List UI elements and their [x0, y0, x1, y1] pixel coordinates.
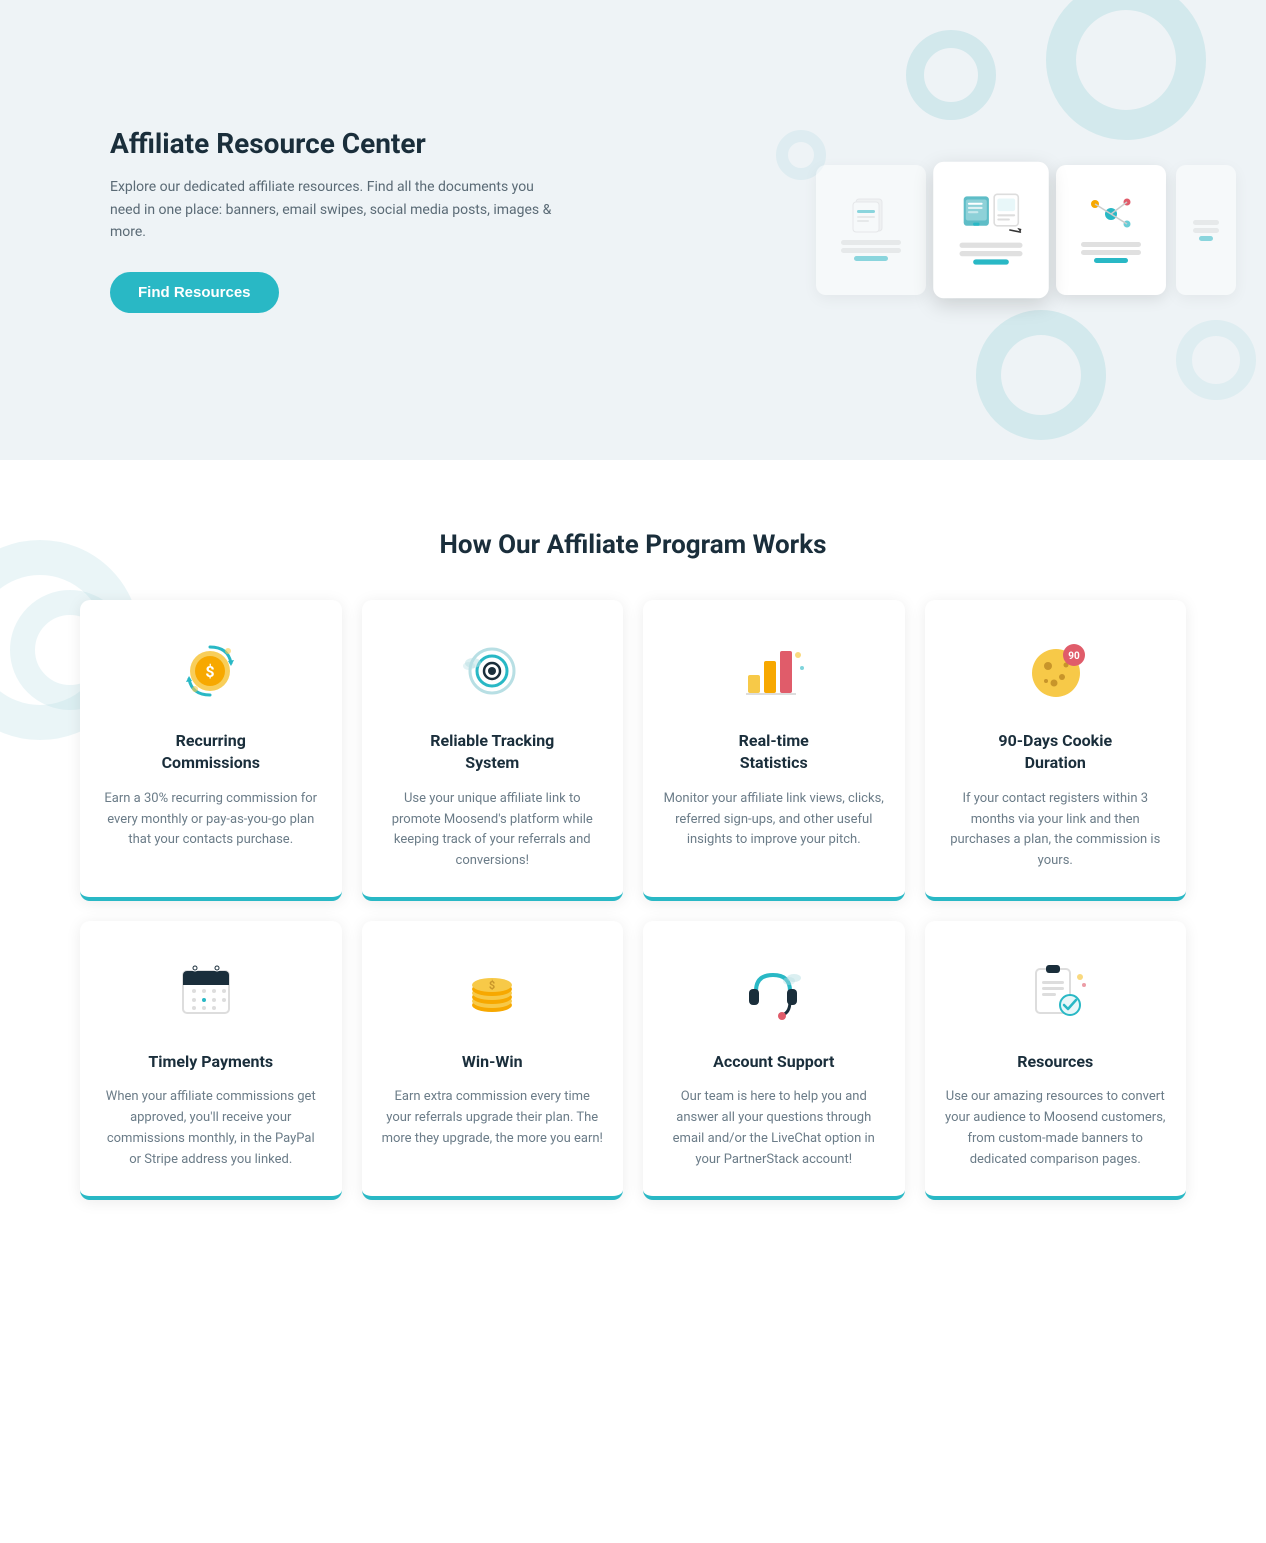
network-icon: [1089, 194, 1134, 234]
recurring-icon: $: [171, 630, 251, 710]
cookie-title: 90-Days CookieDuration: [998, 730, 1112, 775]
deco-circle-1: [1046, 0, 1206, 140]
hero-cards-display: [816, 165, 1236, 295]
hero-card-left-partial: [816, 165, 926, 295]
resources-desc: Use our amazing resources to convert you…: [945, 1087, 1167, 1170]
hero-card-right: [1056, 165, 1166, 295]
features-row-2: Timely Payments When your affiliate comm…: [80, 921, 1186, 1200]
svg-text:$: $: [489, 979, 495, 992]
statistics-icon: [734, 630, 814, 710]
hero-card-center-active: [933, 162, 1049, 299]
resources-icon: [1015, 951, 1095, 1031]
statistics-title: Real-timeStatistics: [739, 730, 809, 775]
winwin-desc: Earn extra commission every time your re…: [382, 1087, 604, 1149]
recurring-desc: Earn a 30% recurring commission for ever…: [100, 789, 322, 851]
hero-card-right-partial: [1176, 165, 1236, 295]
payments-desc: When your affiliate commissions get appr…: [100, 1087, 322, 1170]
find-resources-button[interactable]: Find Resources: [110, 272, 279, 313]
section-title: How Our Affiliate Program Works: [80, 530, 1186, 560]
how-it-works-section: How Our Affiliate Program Works $: [0, 460, 1266, 1290]
feature-card-statistics: Real-timeStatistics Monitor your affilia…: [643, 600, 905, 901]
document-icon: [851, 197, 891, 232]
recurring-title: RecurringCommissions: [162, 730, 260, 775]
tracking-title: Reliable TrackingSystem: [430, 730, 554, 775]
svg-text:$: $: [206, 662, 215, 681]
hero-content: Affiliate Resource Center Explore our de…: [110, 127, 560, 312]
hero-section: Affiliate Resource Center Explore our de…: [0, 0, 1266, 460]
feature-card-payments: Timely Payments When your affiliate comm…: [80, 921, 342, 1200]
dual-screen-icon: [962, 192, 1020, 234]
deco-circle-2: [906, 30, 996, 120]
winwin-icon: $: [452, 951, 532, 1031]
features-row-1: $ RecurringCommissions Earn a 30% recurr…: [80, 600, 1186, 901]
feature-card-cookie: 90 90-Days CookieDuration If your contac…: [925, 600, 1187, 901]
payments-icon: [171, 951, 251, 1031]
feature-card-recurring: $ RecurringCommissions Earn a 30% recurr…: [80, 600, 342, 901]
feature-card-support: Account Support Our team is here to help…: [643, 921, 905, 1200]
hero-description: Explore our dedicated affiliate resource…: [110, 176, 560, 243]
cookie-icon: 90: [1015, 630, 1095, 710]
feature-card-tracking: Reliable TrackingSystem Use your unique …: [362, 600, 624, 901]
feature-card-resources: Resources Use our amazing resources to c…: [925, 921, 1187, 1200]
support-desc: Our team is here to help you and answer …: [663, 1087, 885, 1170]
tracking-icon: [452, 630, 532, 710]
cookie-desc: If your contact registers within 3 month…: [945, 789, 1167, 872]
payments-title: Timely Payments: [148, 1051, 273, 1073]
support-icon: [734, 951, 814, 1031]
svg-text:90: 90: [1068, 651, 1080, 662]
feature-card-winwin: $ Win-Win Earn extra commission every ti…: [362, 921, 624, 1200]
winwin-title: Win-Win: [462, 1051, 523, 1073]
support-title: Account Support: [713, 1051, 834, 1073]
deco-circle-3: [976, 310, 1106, 440]
deco-circle-4: [1176, 320, 1256, 400]
statistics-desc: Monitor your affiliate link views, click…: [663, 789, 885, 851]
resources-title: Resources: [1017, 1051, 1093, 1073]
tracking-desc: Use your unique affiliate link to promot…: [382, 789, 604, 872]
hero-title: Affiliate Resource Center: [110, 127, 560, 160]
